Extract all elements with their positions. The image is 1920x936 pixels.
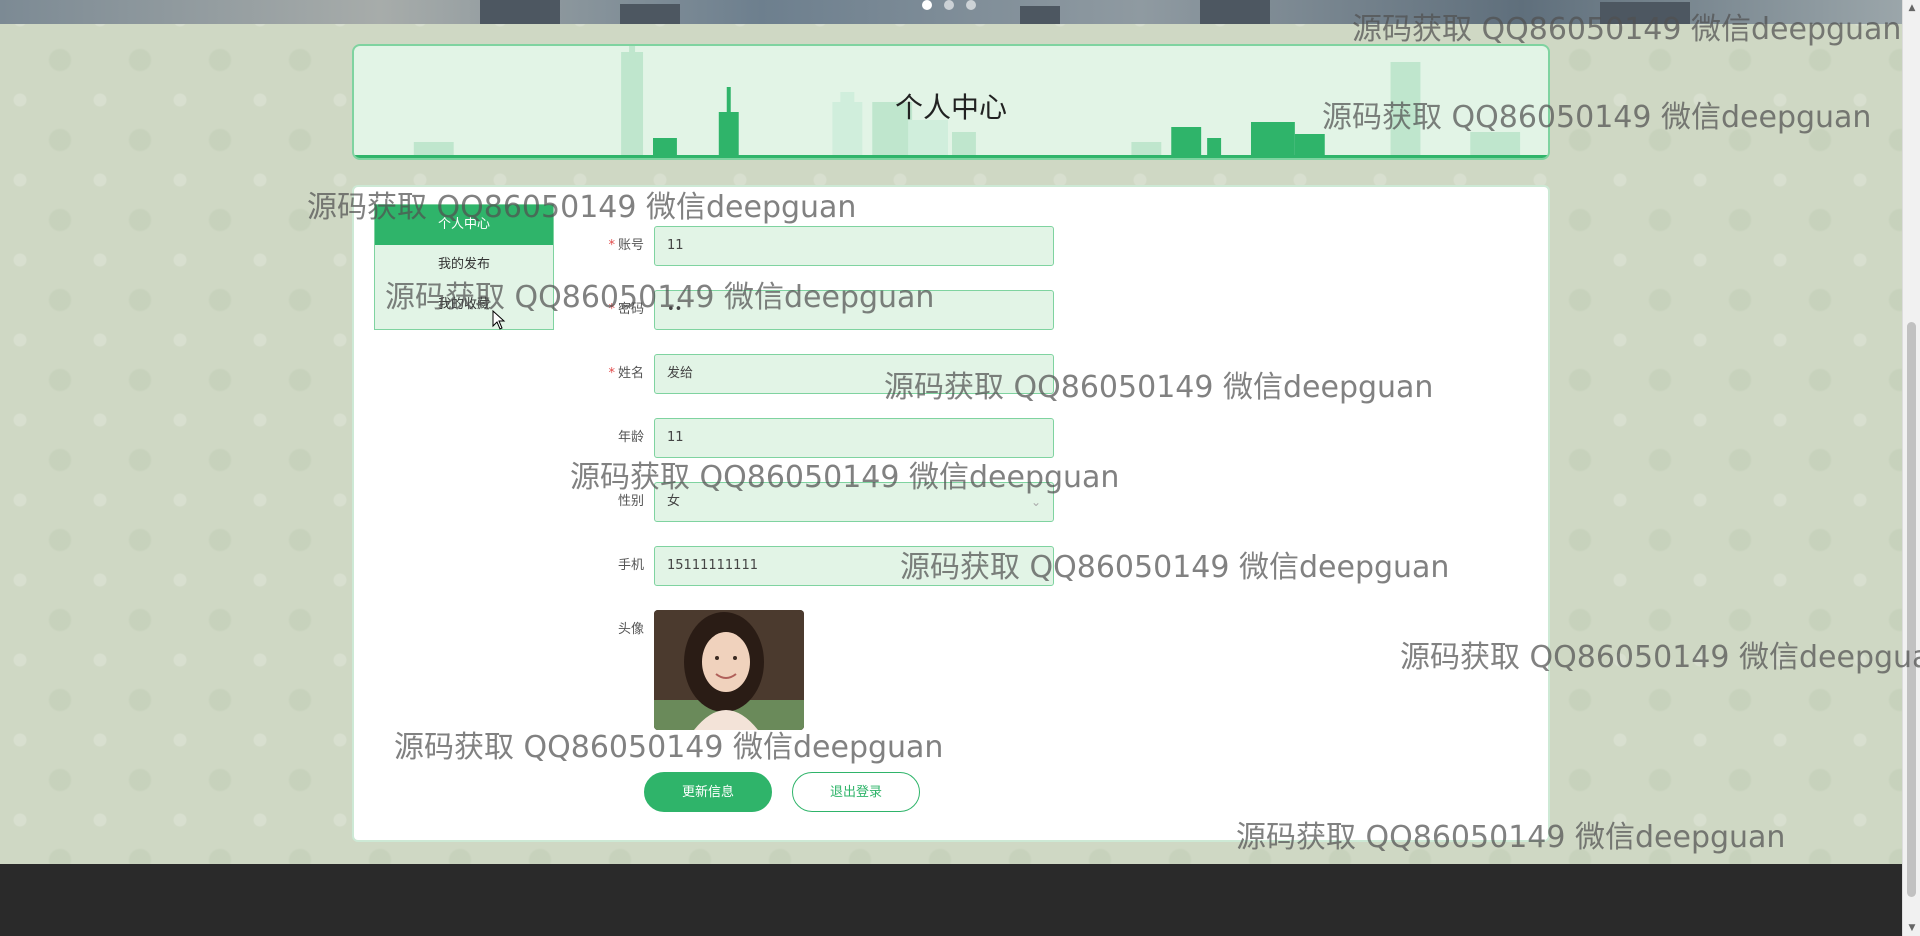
vertical-scrollbar[interactable]: ▲ ▼ xyxy=(1902,0,1920,936)
sidebar-item-favorites[interactable]: 我的收藏 xyxy=(375,285,553,325)
gender-select[interactable]: 女 ⌄ xyxy=(654,482,1054,522)
page-title: 个人中心 xyxy=(894,91,1007,124)
form-row-avatar: 头像 xyxy=(560,610,1060,650)
form-row-gender: 性别 女 ⌄ xyxy=(560,482,1060,522)
avatar-image[interactable] xyxy=(654,610,804,730)
form-row-phone: 手机 15111111111 xyxy=(560,546,1060,586)
sidebar-menu: 个人中心 我的发布 我的收藏 xyxy=(374,204,554,330)
scroll-down-arrow-icon[interactable]: ▼ xyxy=(1903,920,1920,936)
form-row-password: * 密码 •• xyxy=(560,290,1060,330)
carousel-dot[interactable] xyxy=(966,0,976,10)
scrollbar-thumb[interactable] xyxy=(1907,322,1916,897)
phone-input[interactable]: 15111111111 xyxy=(654,546,1054,586)
avatar-label: 头像 xyxy=(617,622,644,637)
password-label: * 密码 xyxy=(608,302,644,317)
account-label: * 账号 xyxy=(608,238,644,253)
form-row-age: 年龄 11 xyxy=(560,418,1060,458)
age-input[interactable]: 11 xyxy=(654,418,1054,458)
name-input[interactable]: 发给 xyxy=(654,354,1054,394)
update-info-button[interactable]: 更新信息 xyxy=(644,772,772,812)
mouse-cursor-icon xyxy=(492,310,506,330)
chevron-down-icon: ⌄ xyxy=(1030,495,1041,509)
form-row-account: * 账号 11 xyxy=(560,226,1060,266)
sidebar-item-profile[interactable]: 个人中心 xyxy=(375,205,553,245)
phone-label: 手机 xyxy=(617,558,644,573)
gender-value: 女 xyxy=(667,494,681,509)
scroll-up-arrow-icon[interactable]: ▲ xyxy=(1903,0,1920,16)
page-footer xyxy=(0,864,1902,936)
carousel-indicators[interactable] xyxy=(922,0,976,10)
age-label: 年龄 xyxy=(617,430,644,445)
page-header: 个人中心 xyxy=(352,44,1550,160)
carousel-dot[interactable] xyxy=(944,0,954,10)
form-row-name: * 姓名 发给 xyxy=(560,354,1060,394)
avatar-portrait xyxy=(654,610,804,730)
gender-label: 性别 xyxy=(617,494,644,509)
header-underline xyxy=(354,155,1548,158)
carousel-dot[interactable] xyxy=(922,0,932,10)
top-banner xyxy=(0,0,1902,24)
logout-button[interactable]: 退出登录 xyxy=(792,772,920,812)
password-input[interactable]: •• xyxy=(654,290,1054,330)
name-label: * 姓名 xyxy=(608,366,644,381)
account-input[interactable]: 11 xyxy=(654,226,1054,266)
sidebar-item-my-posts[interactable]: 我的发布 xyxy=(375,245,553,285)
